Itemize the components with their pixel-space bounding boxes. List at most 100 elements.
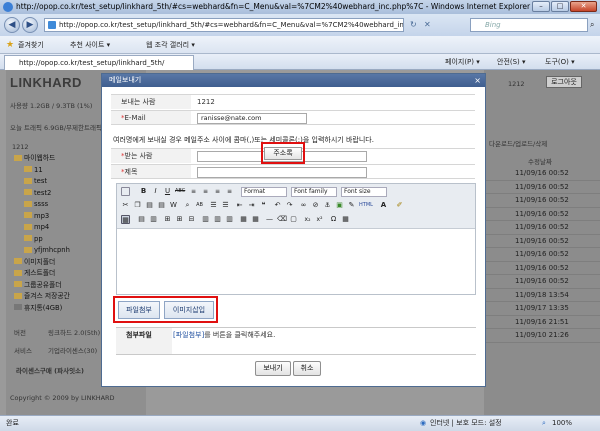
refresh-icon[interactable]: ↻ — [410, 20, 417, 29]
tab-current[interactable]: http://opop.co.kr/test_setup/linkhard_5t… — [4, 55, 194, 70]
underline-icon[interactable]: U — [163, 187, 172, 196]
paste-word-icon[interactable]: W — [169, 201, 178, 210]
forward-button[interactable]: ▶ — [22, 17, 38, 33]
unlink-icon[interactable]: ⊘ — [311, 201, 320, 210]
blockquote-icon[interactable]: ❝ — [259, 201, 268, 210]
merge-cells-icon[interactable]: ▦ — [251, 215, 260, 224]
delete-col-icon[interactable]: ▥ — [225, 215, 234, 224]
dialog-close-button[interactable]: × — [474, 74, 481, 87]
delete-row-icon[interactable]: ⊟ — [187, 215, 196, 224]
safety-menu[interactable]: 안전(S) ▾ — [497, 54, 526, 70]
col-before-icon[interactable]: ▥ — [201, 215, 210, 224]
trash-icon — [14, 304, 22, 310]
tree-item[interactable]: pp — [14, 234, 70, 246]
new-document-icon[interactable] — [121, 187, 130, 196]
superscript-icon[interactable]: x² — [315, 215, 324, 224]
font-family-select[interactable]: Font family — [291, 187, 337, 197]
tree-item[interactable]: mp3 — [14, 211, 70, 223]
address-bar[interactable]: http://opop.co.kr/test_setup/linkhard_5t… — [44, 18, 404, 32]
italic-icon[interactable]: I — [151, 187, 160, 196]
font-size-select[interactable]: Font size — [341, 187, 387, 197]
tree-item[interactable]: test2 — [14, 188, 70, 200]
align-center-icon[interactable]: ≡ — [201, 187, 210, 196]
tree-item[interactable]: test — [14, 176, 70, 188]
web-slice-gallery-link[interactable]: 웹 조각 갤러리 ▾ — [146, 36, 195, 54]
suggested-sites-link[interactable]: 추천 사이트 ▾ — [70, 36, 110, 54]
search-icon[interactable]: ⌕ — [590, 20, 594, 30]
justify-icon[interactable]: ≡ — [225, 187, 234, 196]
subject-field[interactable] — [197, 167, 367, 178]
search-input[interactable]: Bing — [470, 18, 588, 32]
window-close-button[interactable]: ✕ — [570, 1, 597, 12]
cut-icon[interactable]: ✂ — [121, 201, 130, 210]
strikethrough-icon[interactable]: ABC — [175, 187, 185, 196]
tools-menu[interactable]: 도구(O) ▾ — [545, 54, 575, 70]
undo-icon[interactable]: ↶ — [273, 201, 282, 210]
tree-item[interactable]: 그룹공유폴더 — [14, 280, 70, 292]
outdent-icon[interactable]: ⇤ — [235, 201, 244, 210]
page-menu[interactable]: 페이지(P) ▾ — [445, 54, 480, 70]
html-icon[interactable]: HTML — [359, 201, 373, 210]
back-button[interactable]: ◀ — [4, 17, 20, 33]
link-icon[interactable]: ∞ — [299, 201, 308, 210]
tree-item[interactable]: 휴지통(4GB) — [14, 303, 70, 315]
remove-format-icon[interactable]: ⌫ — [277, 215, 287, 224]
format-select[interactable]: Format — [241, 187, 287, 197]
zoom-level[interactable]: 100% — [552, 416, 572, 431]
replace-icon[interactable]: AB — [195, 201, 204, 210]
row-props-icon[interactable]: ▤ — [137, 215, 146, 224]
list-item: 11/09/17 13:35 — [484, 302, 600, 316]
globe-icon: ◉ — [420, 419, 427, 427]
bullet-list-icon[interactable]: ☰ — [209, 201, 218, 210]
tree-item[interactable]: yfjmhcpnh — [14, 245, 70, 257]
zoom-icon[interactable]: ⌕ — [542, 416, 546, 431]
list-item: 11/09/10 21:26 — [484, 329, 600, 343]
license-link[interactable]: 라이센스구매 (파사잇소) — [16, 365, 84, 375]
cleanup-icon[interactable]: ✎ — [347, 201, 356, 210]
col-after-icon[interactable]: ▥ — [213, 215, 222, 224]
paste-text-icon[interactable]: ▤ — [157, 201, 166, 210]
table-icon[interactable]: ▦ — [121, 215, 130, 224]
anchor-icon[interactable]: ⚓ — [323, 201, 332, 210]
row-before-icon[interactable]: ⊞ — [163, 215, 172, 224]
folder-icon — [24, 246, 32, 253]
email-field[interactable]: ranisse@nate.com — [197, 113, 307, 124]
row-after-icon[interactable]: ⊞ — [175, 215, 184, 224]
visual-aid-icon[interactable]: ▢ — [289, 215, 298, 224]
favorites-button[interactable]: 즐겨찾기 — [18, 36, 44, 54]
tree-item[interactable]: 이미지폴더 — [14, 257, 70, 269]
tree-item[interactable]: ssss — [14, 199, 70, 211]
minimize-button[interactable]: – — [532, 1, 550, 12]
bg-color-icon[interactable]: ✐ — [395, 201, 404, 210]
image-icon[interactable]: ▣ — [335, 201, 344, 210]
tree-item[interactable]: 마이웹하드 — [14, 153, 70, 165]
paste-icon[interactable]: ▤ — [145, 201, 154, 210]
bold-icon[interactable]: B — [139, 187, 148, 196]
tree-item[interactable]: 게스트폴더 — [14, 268, 70, 280]
list-item: 11/09/16 00:52 — [484, 194, 600, 208]
tree-item[interactable]: mp4 — [14, 222, 70, 234]
stop-icon[interactable]: ✕ — [424, 20, 431, 29]
subscript-icon[interactable]: x₂ — [303, 215, 312, 224]
special-char-icon[interactable]: Ω — [329, 215, 338, 224]
logout-button[interactable]: 로그아웃 — [546, 76, 582, 88]
find-icon[interactable]: ⌕ — [183, 201, 192, 210]
highlight-box-addressbook — [261, 142, 305, 164]
align-left-icon[interactable]: ≡ — [189, 187, 198, 196]
cancel-button[interactable]: 취소 — [293, 361, 321, 376]
text-color-icon[interactable]: A — [379, 201, 388, 210]
send-button[interactable]: 보내기 — [255, 361, 291, 376]
tree-item[interactable]: 즐겨스 저장공간 — [14, 291, 70, 303]
horizontal-rule-icon[interactable]: — — [265, 215, 274, 224]
split-cells-icon[interactable]: ▦ — [239, 215, 248, 224]
media-icon[interactable]: ▦ — [341, 215, 350, 224]
tree-item[interactable]: 11 — [14, 165, 70, 177]
indent-icon[interactable]: ⇥ — [247, 201, 256, 210]
maximize-button[interactable]: □ — [551, 1, 569, 12]
redo-icon[interactable]: ↷ — [285, 201, 294, 210]
column-date[interactable]: 수정날짜 — [528, 156, 552, 166]
copy-icon[interactable]: ❐ — [133, 201, 142, 210]
cell-props-icon[interactable]: ▥ — [149, 215, 158, 224]
align-right-icon[interactable]: ≡ — [213, 187, 222, 196]
number-list-icon[interactable]: ☰ — [221, 201, 230, 210]
